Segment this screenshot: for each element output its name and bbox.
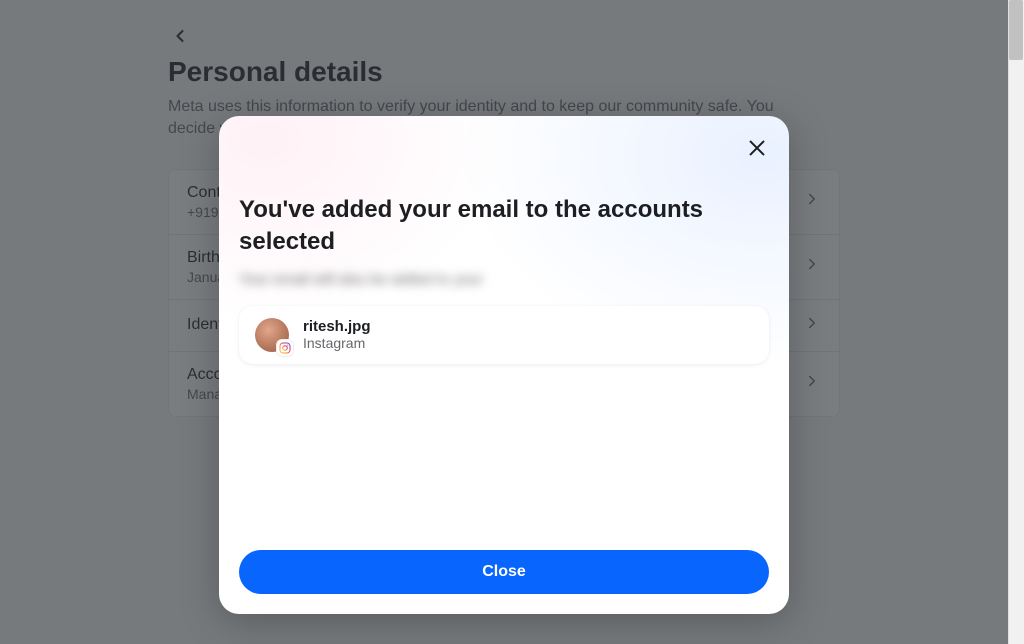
account-card: ritesh.jpg Instagram: [239, 306, 769, 364]
modal-title: You've added your email to the accounts …: [239, 194, 719, 259]
modal-overlay: You've added your email to the accounts …: [0, 0, 1008, 644]
scrollbar-track[interactable]: [1008, 0, 1024, 644]
account-name: ritesh.jpg: [303, 318, 371, 335]
account-platform: Instagram: [303, 335, 371, 351]
close-button[interactable]: [739, 130, 775, 166]
email-added-modal: You've added your email to the accounts …: [219, 116, 789, 614]
close-confirm-button[interactable]: Close: [239, 550, 769, 594]
close-icon: [746, 137, 768, 159]
account-text: ritesh.jpg Instagram: [303, 318, 371, 351]
page-viewport: Personal details Meta uses this informat…: [0, 0, 1008, 644]
instagram-badge-icon: [277, 340, 293, 356]
modal-subtext: Your email will also be added to your: [239, 271, 769, 288]
scrollbar-thumb[interactable]: [1009, 0, 1023, 60]
avatar-wrap: [255, 318, 289, 352]
